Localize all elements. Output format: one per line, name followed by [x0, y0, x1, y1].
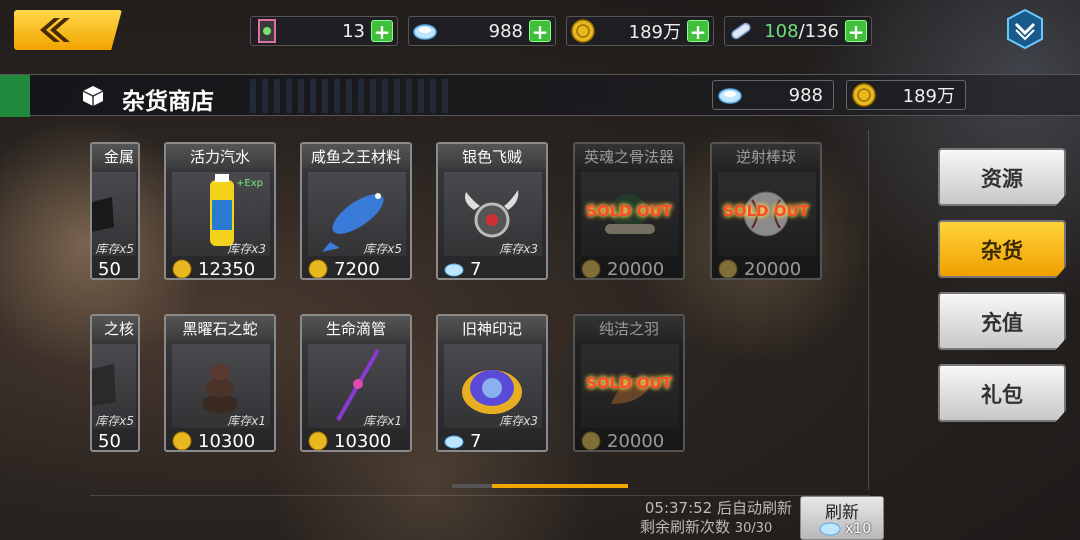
item-price: 10300	[172, 430, 255, 450]
item-stock: 库存x3	[227, 242, 266, 256]
item-stock: 库存x1	[363, 414, 402, 428]
shop-diamond-value: 988	[788, 84, 823, 106]
gold-coin-icon	[581, 259, 601, 278]
shop-item-card[interactable]: 黑曜石之蛇 库存x1 10300	[164, 314, 276, 452]
shop-cube-icon	[82, 86, 104, 106]
shop-item-card[interactable]: 之核 库存x5 50	[90, 314, 140, 452]
item-price: 7	[444, 430, 481, 450]
menu-expand-icon[interactable]	[1004, 8, 1046, 50]
item-price: 20000	[581, 430, 664, 450]
gold-coin-icon	[581, 431, 601, 450]
sold-out-label: SOLD OUT	[723, 202, 809, 220]
item-stock: 库存x3	[499, 414, 538, 428]
diamond-icon	[718, 88, 742, 104]
add-gold-button[interactable]: +	[687, 20, 709, 43]
diamond-icon	[444, 435, 464, 449]
ticket-icon	[258, 19, 276, 43]
add-diamond-button[interactable]: +	[529, 20, 551, 43]
diamond-counter: 988 +	[408, 16, 556, 46]
shop-item-card[interactable]: 生命滴管 库存x1 10300	[300, 314, 412, 452]
refresh-remaining: 剩余刷新次数 30/30	[640, 518, 773, 536]
item-name: 之核	[92, 316, 138, 342]
shop-item-card[interactable]: 金属 库存x5 50	[90, 142, 140, 280]
item-name: 生命滴管	[302, 316, 410, 342]
gold-counter: 189万 +	[566, 16, 714, 46]
gold-coin-icon	[718, 259, 738, 278]
item-stock: 库存x5	[363, 242, 402, 256]
item-name: 黑曜石之蛇	[166, 316, 274, 342]
item-price: 20000	[718, 258, 801, 278]
item-price: 10300	[308, 430, 391, 450]
shop-gold-value: 189万	[902, 86, 955, 107]
gold-coin-icon	[308, 259, 328, 278]
refresh-button-label: 刷新	[825, 503, 859, 523]
ticket-value: 13	[342, 20, 365, 42]
tab-groceries[interactable]: 杂货	[938, 220, 1066, 278]
gold-coin-icon	[571, 19, 595, 43]
panel-divider	[868, 130, 869, 490]
refresh-timer: 05:37:52 后自动刷新	[644, 499, 792, 517]
diamond-icon	[413, 24, 437, 40]
stamina-icon	[731, 22, 751, 40]
bottom-divider	[90, 495, 870, 496]
item-stock: 库存x3	[499, 242, 538, 256]
gold-coin-icon	[172, 431, 192, 450]
item-name: 纯洁之羽	[575, 316, 683, 342]
refresh-cost: x10	[819, 521, 871, 537]
gold-coin-icon	[852, 83, 876, 107]
shop-diamond-counter: 988	[712, 80, 834, 110]
diamond-icon	[819, 522, 841, 536]
title-accent-strip	[0, 75, 30, 117]
item-name: 旧神印记	[438, 316, 546, 342]
item-stock: 库存x5	[95, 414, 134, 428]
sold-out-label: SOLD OUT	[586, 202, 672, 220]
item-stock: 库存x5	[95, 242, 134, 256]
shop-item-card[interactable]: 旧神印记 库存x3 7	[436, 314, 548, 452]
shop-item-card[interactable]: 咸鱼之王材料 库存x5 7200	[300, 142, 412, 280]
add-stamina-button[interactable]: +	[845, 20, 867, 43]
stamina-value: 108/136	[764, 20, 839, 42]
back-button[interactable]	[14, 10, 122, 50]
diamond-icon	[444, 263, 464, 277]
item-name: 英魂之骨法器	[575, 144, 683, 170]
item-name: 逆射棒球	[712, 144, 820, 170]
item-price: 7200	[308, 258, 380, 278]
shop-item-card[interactable]: 活力汽水 +Exp 库存x3 12350	[164, 142, 276, 280]
item-name: 银色飞贼	[438, 144, 546, 170]
item-price: 7	[444, 258, 481, 278]
item-name: 金属	[92, 144, 138, 170]
back-arrow-icon	[40, 18, 70, 42]
add-ticket-button[interactable]: +	[371, 20, 393, 43]
item-price: 20000	[581, 258, 664, 278]
svg-text:+Exp: +Exp	[236, 178, 263, 189]
gold-value: 189万	[628, 22, 681, 43]
shop-item-card[interactable]: 银色飞贼 库存x3 7	[436, 142, 548, 280]
stamina-counter: 108/136 +	[724, 16, 872, 46]
item-price: 12350	[172, 258, 255, 278]
item-price: 50	[98, 258, 121, 280]
item-name: 咸鱼之王材料	[302, 144, 410, 170]
diamond-value: 988	[488, 20, 523, 42]
gold-coin-icon	[308, 431, 328, 450]
sold-out-label: SOLD OUT	[586, 374, 672, 392]
shop-title: 杂货商店	[122, 89, 214, 115]
title-decoration	[250, 79, 450, 113]
shop-gold-counter: 189万	[846, 80, 966, 110]
gold-coin-icon	[172, 259, 192, 278]
tab-recharge[interactable]: 充值	[938, 292, 1066, 350]
tab-gift-packs[interactable]: 礼包	[938, 364, 1066, 422]
item-name: 活力汽水	[166, 144, 274, 170]
tab-resources[interactable]: 资源	[938, 148, 1066, 206]
item-price: 50	[98, 430, 121, 452]
ticket-counter: 13 +	[250, 16, 398, 46]
scrollbar-thumb[interactable]	[492, 484, 628, 488]
item-stock: 库存x1	[227, 414, 266, 428]
refresh-button[interactable]: 刷新 x10	[800, 496, 884, 540]
